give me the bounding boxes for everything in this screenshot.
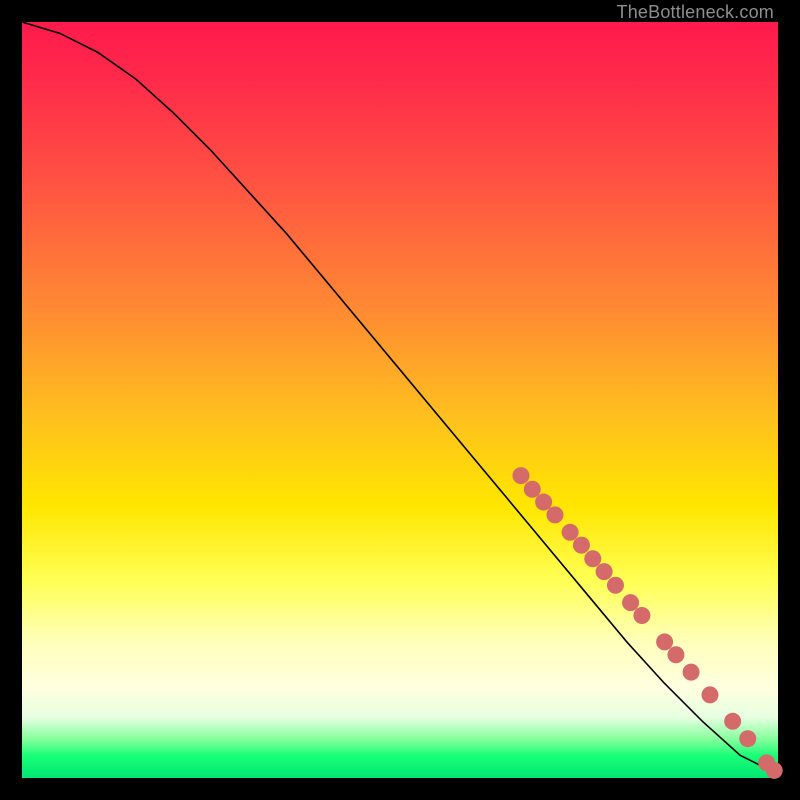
data-point — [683, 664, 700, 681]
bottleneck-curve — [22, 22, 778, 774]
data-point — [739, 730, 756, 747]
scatter-points — [512, 467, 782, 779]
chart-container: TheBottleneck.com — [0, 0, 800, 800]
data-point — [701, 686, 718, 703]
chart-overlay — [22, 22, 778, 778]
data-point — [622, 594, 639, 611]
data-point — [512, 467, 529, 484]
data-point — [766, 762, 783, 779]
attribution-label: TheBottleneck.com — [617, 2, 774, 23]
data-point — [633, 607, 650, 624]
data-point — [535, 494, 552, 511]
data-point — [573, 537, 590, 554]
data-point — [562, 524, 579, 541]
data-point — [546, 506, 563, 523]
data-point — [584, 550, 601, 567]
data-point — [524, 481, 541, 498]
data-point — [656, 633, 673, 650]
data-point — [667, 646, 684, 663]
data-point — [607, 577, 624, 594]
data-point — [596, 563, 613, 580]
data-point — [724, 713, 741, 730]
